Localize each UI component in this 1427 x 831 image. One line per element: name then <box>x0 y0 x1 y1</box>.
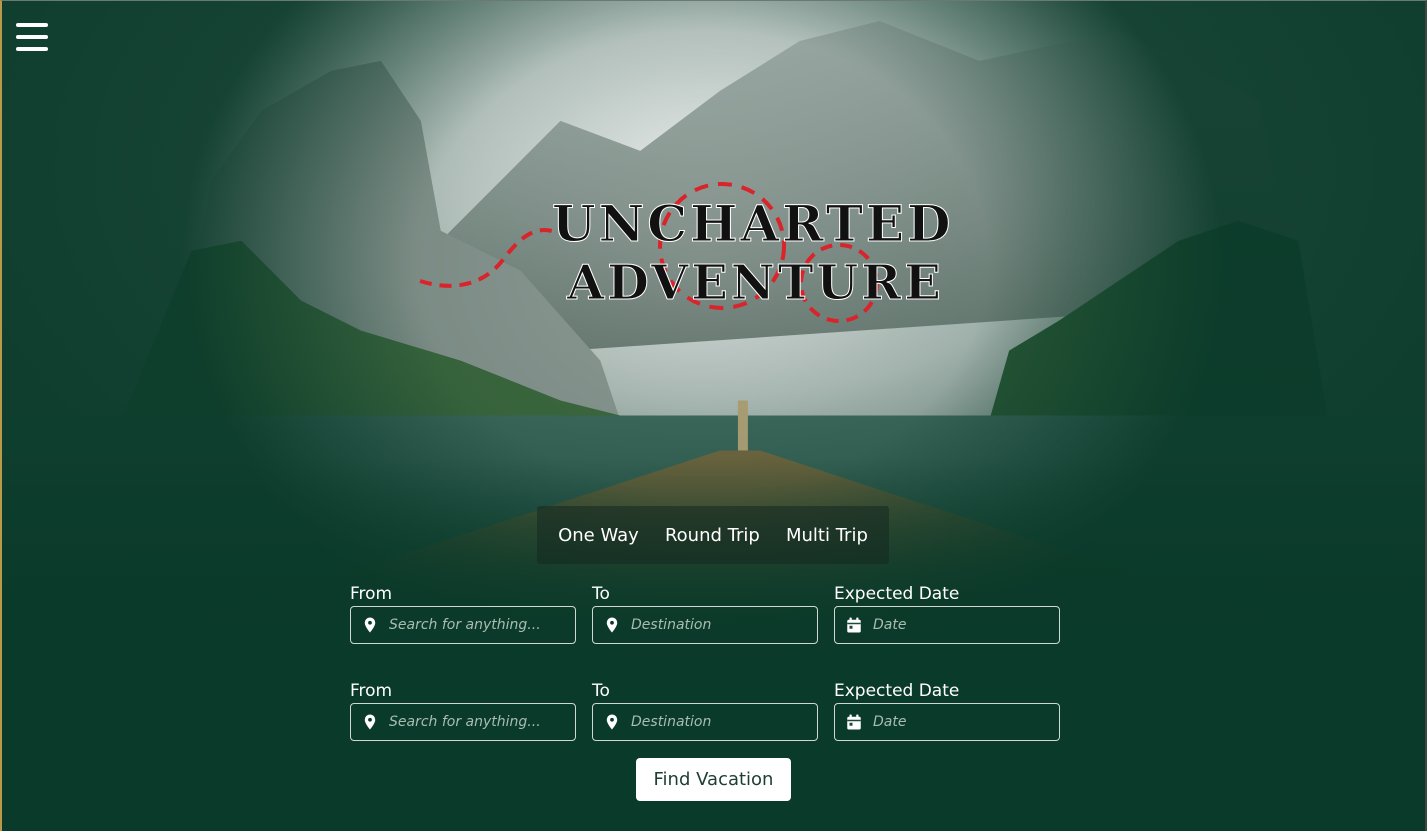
from-input-box[interactable] <box>350 703 576 741</box>
date-input[interactable] <box>871 616 1055 634</box>
to-label: To <box>592 681 610 701</box>
to-label: To <box>592 584 610 604</box>
date-label: Expected Date <box>834 584 960 604</box>
to-input[interactable] <box>629 616 813 634</box>
date-input[interactable] <box>871 713 1055 731</box>
to-input-box[interactable] <box>592 703 818 741</box>
to-input[interactable] <box>629 713 813 731</box>
map-pin-icon <box>606 714 618 730</box>
trip-type-tabs: One Way Round Trip Multi Trip <box>537 506 889 564</box>
trip-row-2: From To Expected Date <box>350 679 1060 741</box>
tab-multi-trip[interactable]: Multi Trip <box>786 525 868 546</box>
to-field: To <box>592 582 818 644</box>
to-input-box[interactable] <box>592 606 818 644</box>
to-field: To <box>592 679 818 741</box>
find-vacation-button[interactable]: Find Vacation <box>636 758 791 801</box>
brand-line-1: UNCHARTED <box>552 194 952 253</box>
map-pin-icon <box>364 617 376 633</box>
from-label: From <box>350 584 393 604</box>
date-input-box[interactable] <box>834 606 1060 644</box>
calendar-icon <box>847 617 861 633</box>
menu-bar-top <box>16 23 48 27</box>
map-pin-icon <box>606 617 618 633</box>
date-label: Expected Date <box>834 681 960 701</box>
brand-line-2: ADVENTURE <box>566 255 944 311</box>
tab-one-way[interactable]: One Way <box>558 525 639 546</box>
from-field: From <box>350 582 576 644</box>
menu-bar-bottom <box>16 47 48 51</box>
page: UNCHARTED ADVENTURE One Way Round Trip M… <box>0 0 1427 831</box>
trip-row-1: From To Expected Date <box>350 582 1060 644</box>
from-input[interactable] <box>387 616 571 634</box>
date-field: Expected Date <box>834 582 1060 644</box>
date-input-box[interactable] <box>834 703 1060 741</box>
calendar-icon <box>847 714 861 730</box>
menu-bar-middle <box>16 35 48 39</box>
from-label: From <box>350 681 393 701</box>
brand-logo: UNCHARTED ADVENTURE <box>419 182 952 323</box>
from-input-box[interactable] <box>350 606 576 644</box>
hamburger-menu-icon[interactable] <box>16 23 48 51</box>
from-input[interactable] <box>387 713 571 731</box>
from-field: From <box>350 679 576 741</box>
date-field: Expected Date <box>834 679 1060 741</box>
tab-round-trip[interactable]: Round Trip <box>665 525 760 546</box>
map-pin-icon <box>364 714 376 730</box>
